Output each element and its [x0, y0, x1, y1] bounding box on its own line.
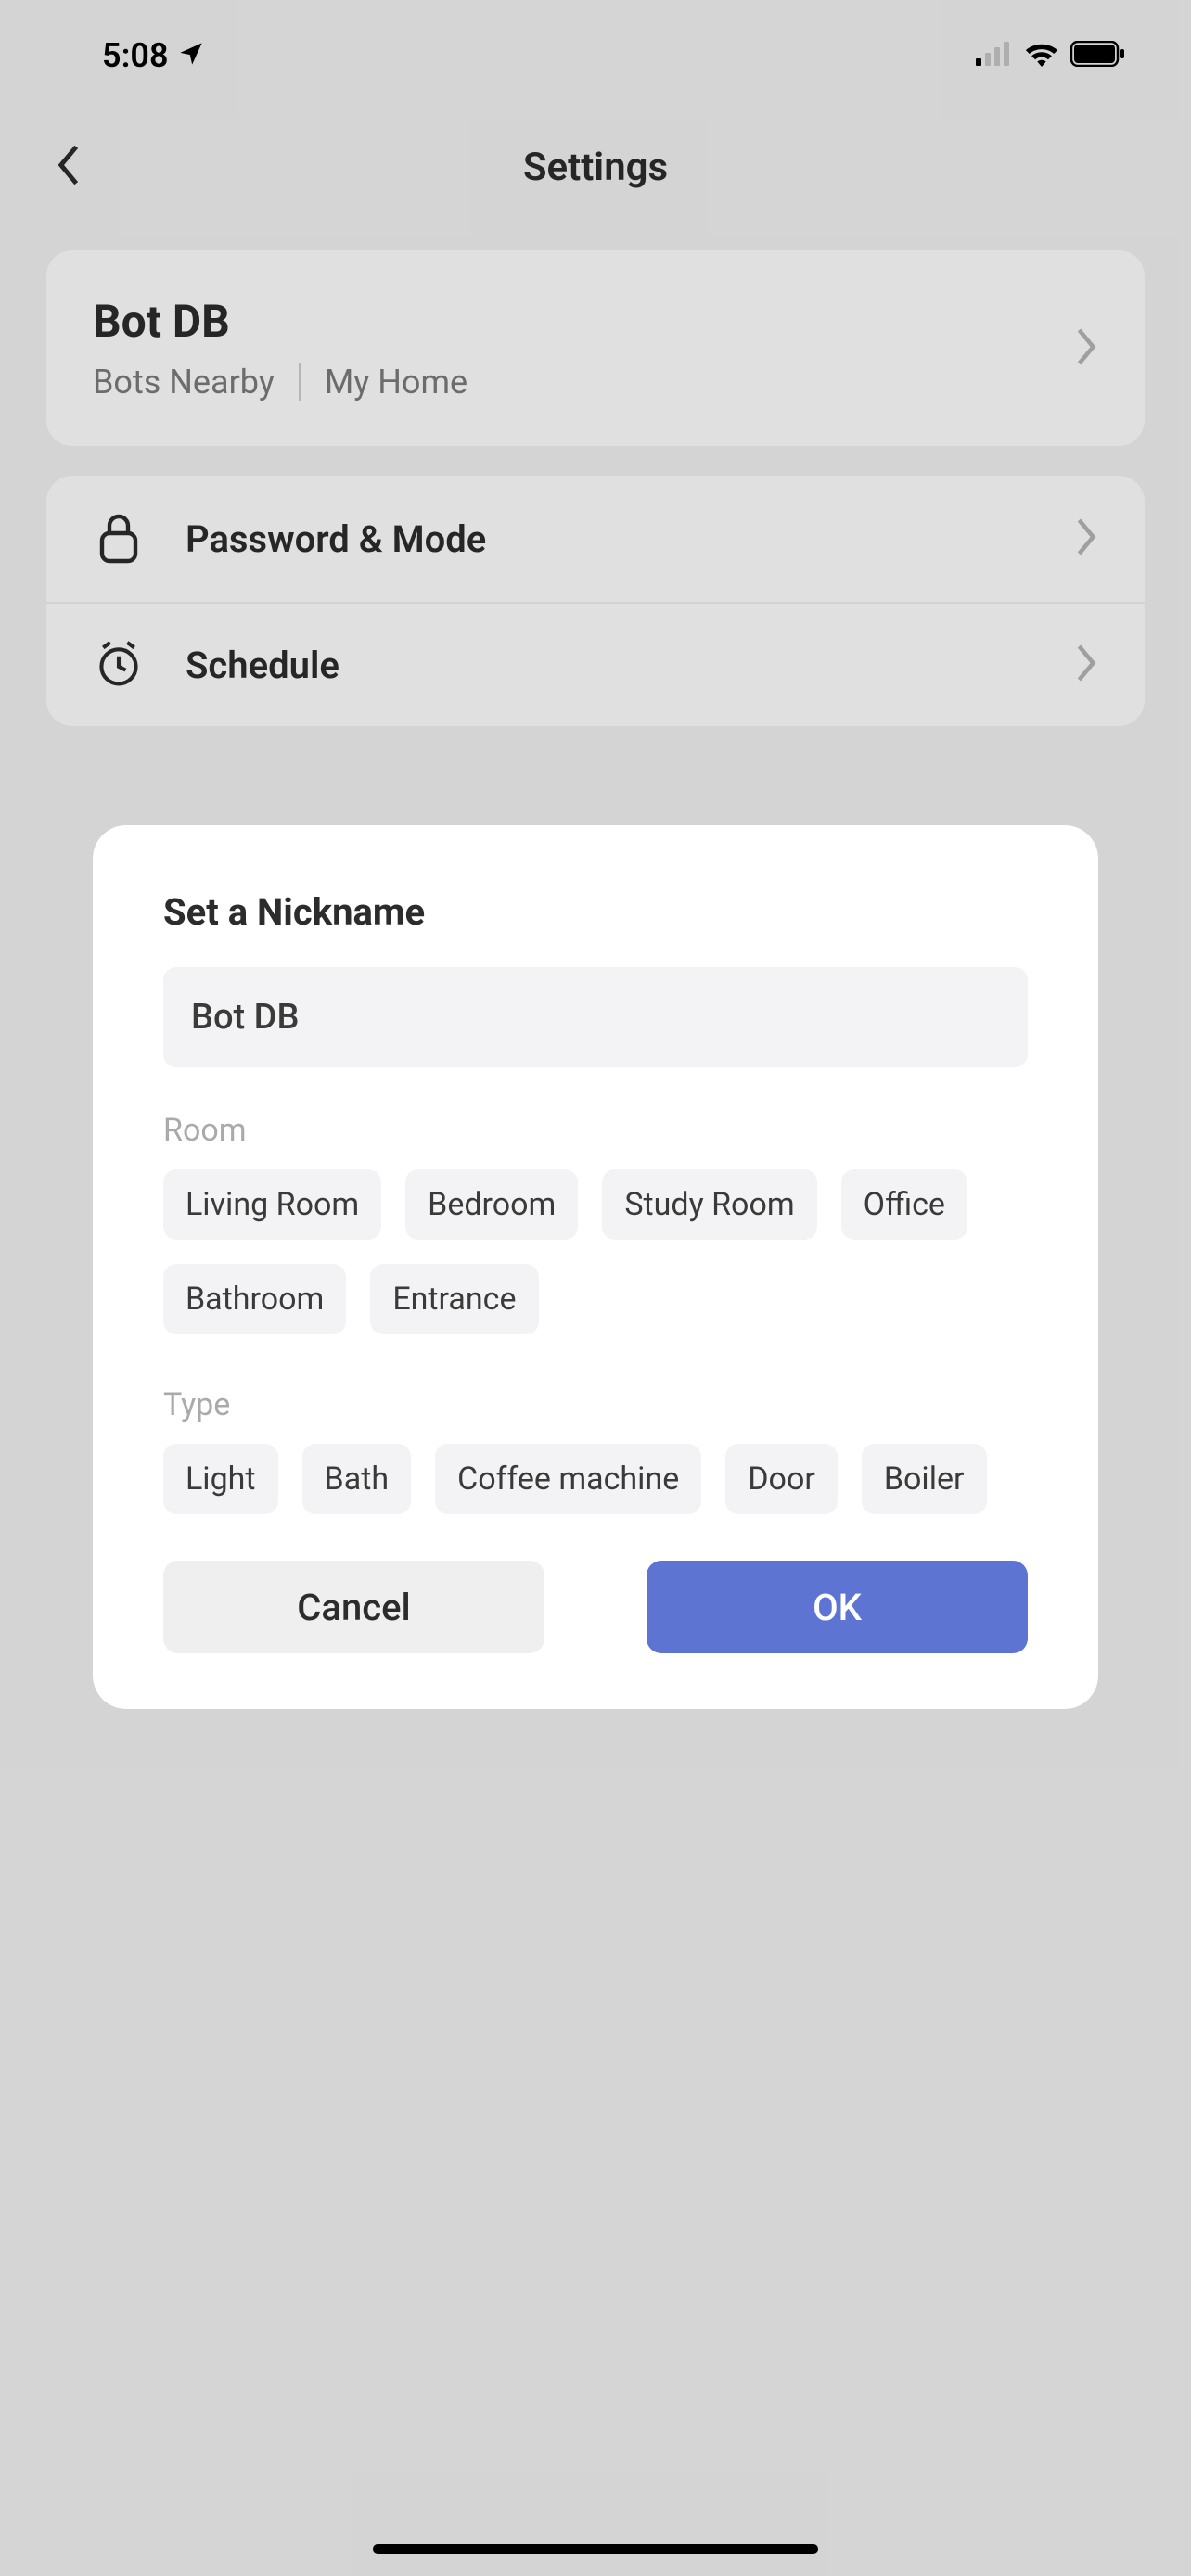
- room-section-label: Room: [163, 1112, 1028, 1149]
- modal-title: Set a Nickname: [163, 890, 1028, 934]
- nickname-modal: Set a Nickname Room Living Room Bedroom St…: [93, 825, 1098, 1709]
- ok-button[interactable]: OK: [647, 1561, 1028, 1653]
- type-chip[interactable]: Boiler: [862, 1444, 987, 1514]
- room-chip[interactable]: Entrance: [370, 1264, 538, 1334]
- type-section-label: Type: [163, 1386, 1028, 1423]
- type-chip[interactable]: Bath: [302, 1444, 412, 1514]
- room-chip[interactable]: Study Room: [602, 1169, 816, 1240]
- type-chip[interactable]: Door: [725, 1444, 838, 1514]
- type-chip-row: Light Bath Coffee machine Door Boiler: [163, 1444, 1028, 1514]
- modal-buttons: Cancel OK: [163, 1561, 1028, 1653]
- type-chip[interactable]: Coffee machine: [435, 1444, 701, 1514]
- room-chip[interactable]: Bathroom: [163, 1264, 346, 1334]
- room-chip[interactable]: Living Room: [163, 1169, 381, 1240]
- nickname-input[interactable]: [163, 967, 1028, 1067]
- type-chip[interactable]: Light: [163, 1444, 278, 1514]
- cancel-button[interactable]: Cancel: [163, 1561, 544, 1653]
- room-chip-row: Living Room Bedroom Study Room Office Bathro…: [163, 1169, 1028, 1334]
- room-chip[interactable]: Office: [841, 1169, 967, 1240]
- room-chip[interactable]: Bedroom: [405, 1169, 578, 1240]
